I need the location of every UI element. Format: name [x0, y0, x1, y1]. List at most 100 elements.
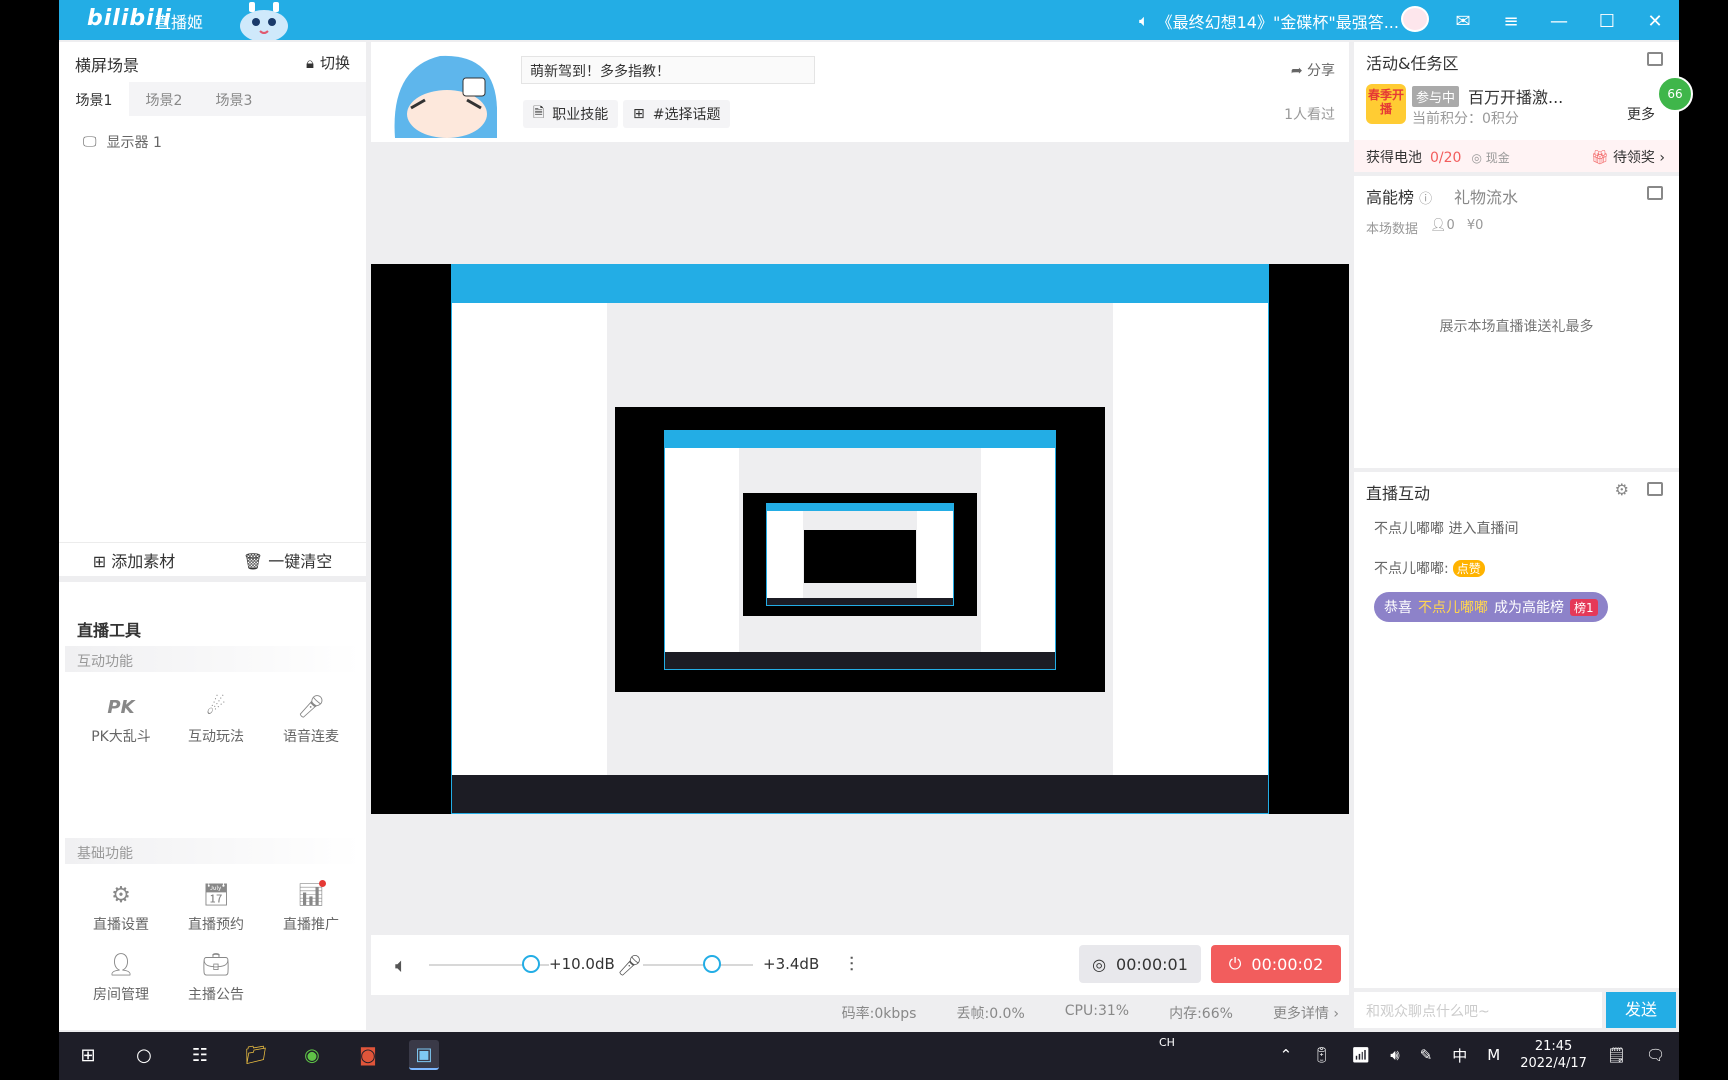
mic-volume-slider[interactable]	[643, 955, 753, 973]
announcement-button[interactable]: 💼︎ 主播公告	[176, 952, 256, 1004]
minimize-icon[interactable]: —	[1545, 11, 1573, 32]
task-view-icon[interactable]: ☷	[185, 1040, 215, 1070]
more-link[interactable]: 更多	[1627, 104, 1655, 124]
clock[interactable]: 21:45 2022/4/17	[1520, 1038, 1587, 1072]
gear-icon[interactable]: ⚙	[1615, 480, 1629, 499]
switch-label: 切换	[319, 54, 350, 72]
spring-live-badge: 春季开播	[1366, 84, 1406, 124]
maximize-icon[interactable]: ☐	[1593, 11, 1621, 32]
input-indicator: CH	[1159, 1036, 1175, 1049]
tab-scene-3[interactable]: 场景3	[199, 82, 269, 116]
people-count: 👤︎0	[1430, 218, 1455, 233]
pk-battle-button[interactable]: PK PK大乱斗	[81, 694, 161, 746]
tab-scene-1[interactable]: 场景1	[59, 82, 129, 116]
speaker-icon[interactable]: 🔈︎	[395, 953, 407, 977]
pk-icon: PK	[107, 697, 135, 718]
room-title-input[interactable]: 萌新驾到！多多指教！	[521, 56, 815, 84]
tab-scene-2[interactable]: 场景2	[129, 82, 199, 116]
claim-reward-button[interactable]: 🎁︎ 待领奖 ›	[1591, 147, 1665, 167]
briefcase-icon: 💼︎	[202, 953, 230, 978]
live-settings-button[interactable]: ⚙ 直播设置	[81, 882, 161, 934]
basic-section-label: 基础功能	[65, 838, 361, 864]
pen-icon[interactable]: ✎	[1420, 1046, 1433, 1064]
cash-text: 现金	[1485, 151, 1510, 165]
file-explorer-icon[interactable]: 📁︎	[241, 1040, 271, 1070]
voice-link-button[interactable]: 🎤︎ 语音连麦	[271, 694, 351, 746]
right-panel: 活动&任务区 春季开播 参与中 百万开播激... 当前积分：0积分 更多 66 …	[1354, 42, 1693, 1032]
record-button[interactable]: ◎ 00:00:01	[1079, 945, 1201, 983]
source-item-display[interactable]: 🖵︎ 显示器 1	[83, 132, 162, 152]
speaker-icon: 🔈︎	[1139, 11, 1149, 30]
menu-icon[interactable]: ≡	[1497, 11, 1525, 32]
dropped-frames: 丢帧:0.0%	[956, 1006, 1025, 1022]
windows-start-icon[interactable]: ⊞	[73, 1040, 103, 1070]
share-button[interactable]: ➦ 分享	[1291, 60, 1335, 80]
ime-mode[interactable]: M	[1487, 1046, 1500, 1064]
cpu-usage: CPU:31%	[1064, 1003, 1130, 1019]
popout-icon[interactable]	[1647, 186, 1663, 200]
topic-label: #选择话题	[652, 107, 721, 123]
activity-panel: 活动&任务区 春季开播 参与中 百万开播激... 当前积分：0积分 更多 66 …	[1354, 42, 1693, 172]
microphone-icon[interactable]: 🎤︎	[617, 953, 642, 977]
bitrate: 码率:0kbps	[841, 1006, 917, 1022]
live-schedule-button[interactable]: 📅︎ 直播预约	[176, 882, 256, 934]
room-management-button[interactable]: 👤︎ 房间管理	[81, 952, 161, 1004]
gear-icon: ⚙	[111, 883, 131, 908]
desktop-volume-knob[interactable]	[522, 955, 540, 973]
tab-high-energy-rank[interactable]: 高能榜 ⓘ	[1366, 184, 1432, 208]
popout-icon[interactable]	[1647, 482, 1663, 496]
live-promotion-button[interactable]: 📊︎ 直播推广	[271, 880, 351, 934]
powerpoint-icon[interactable]: ◙	[353, 1040, 383, 1070]
taskbar-apps: ⊞ ○ ☷ 📁︎ ◉ ◙ ▣	[73, 1040, 439, 1070]
mixer-icon[interactable]: ⫶	[849, 952, 854, 976]
category-tag-button[interactable]: 🗎︎ 职业技能	[523, 100, 619, 128]
app-window: bilibili 直播姬 🔈︎ 《最终幻想14》"金碟杯"最强答... ✉ ≡ …	[59, 0, 1693, 1032]
activity-title: 活动&任务区	[1366, 54, 1459, 73]
notes-icon[interactable]: 🗒︎	[1607, 1046, 1626, 1064]
browser-icon[interactable]: ◉	[297, 1040, 327, 1070]
floating-badge[interactable]: 66	[1657, 76, 1693, 112]
wifi-icon[interactable]: 📶︎	[1351, 1046, 1370, 1064]
memory-usage: 内存:66%	[1169, 1006, 1233, 1022]
streamer-avatar[interactable]	[385, 48, 505, 138]
help-icon[interactable]: ⓘ	[1419, 192, 1432, 207]
mascot-icon	[240, 2, 288, 40]
battery-icon[interactable]: 🔋︎	[1312, 1046, 1331, 1064]
cash-label: ◎ 现金	[1471, 151, 1510, 165]
more-details-link[interactable]: 更多详情 ›	[1273, 1003, 1339, 1022]
mail-icon[interactable]: ✉	[1449, 11, 1477, 32]
ime-chinese[interactable]: 中	[1452, 1045, 1467, 1066]
interactive-play-button[interactable]: ☄︎ 互动玩法	[176, 694, 256, 746]
switch-button[interactable]: 🔒︎ 切换	[306, 52, 350, 73]
search-icon[interactable]: ○	[129, 1040, 159, 1070]
topic-tag-button[interactable]: ⊞ #选择话题	[623, 100, 731, 128]
mic-volume-value: +3.4dB	[763, 955, 820, 973]
like-tag: 点赞	[1452, 560, 1485, 577]
app-name: 直播姬	[155, 13, 204, 32]
activity-name[interactable]: 百万开播激...	[1468, 84, 1563, 108]
left-panel: 横屏场景 🔒︎ 切换 场景1 场景2 场景3 🖵︎ 显示器 1 ⊞ 添加素材 🗑…	[59, 42, 366, 1030]
notification-icon[interactable]: 🗨︎	[1646, 1046, 1665, 1064]
chat-input[interactable]: 和观众聊点什么吧~	[1354, 992, 1602, 1028]
audio-control-bar: 🔈︎ +10.0dB 🎤︎ +3.4dB ⫶ ◎ 00:00:01 ⏻ 00:0…	[371, 935, 1349, 995]
chevron-up-icon[interactable]: ⌃	[1280, 1046, 1293, 1064]
user-avatar[interactable]	[1401, 6, 1429, 37]
bilibili-live-icon[interactable]: ▣	[409, 1040, 439, 1070]
announcement[interactable]: 🔈︎ 《最终幻想14》"金碟杯"最强答...	[1139, 9, 1399, 33]
popout-icon[interactable]	[1647, 52, 1663, 66]
session-data: 本场数据 👤︎0 ¥0	[1366, 218, 1483, 237]
tool-label: 互动玩法	[188, 729, 244, 745]
send-button[interactable]: 发送	[1606, 992, 1676, 1028]
mic-volume-knob[interactable]	[703, 955, 722, 973]
system-tray: ⌃ 🔋︎ 📶︎ 🔊︎ ✎ 中 M 21:45 2022/4/17 🗒︎ 🗨︎	[1280, 1038, 1665, 1072]
tab-gift-flow[interactable]: 礼物流水	[1454, 184, 1518, 208]
stop-live-button[interactable]: ⏻ 00:00:02	[1211, 945, 1341, 983]
desktop-volume-slider[interactable]	[429, 955, 549, 973]
add-material-button[interactable]: ⊞ 添加素材	[93, 548, 176, 572]
preview-capture	[451, 264, 1269, 814]
close-icon[interactable]: ✕	[1641, 11, 1669, 32]
volume-icon[interactable]: 🔊︎	[1390, 1046, 1399, 1064]
live-preview[interactable]	[371, 264, 1349, 814]
monitor-icon: 🖵︎	[83, 134, 97, 150]
clear-all-button[interactable]: 🗑︎ 一键清空	[243, 548, 332, 572]
